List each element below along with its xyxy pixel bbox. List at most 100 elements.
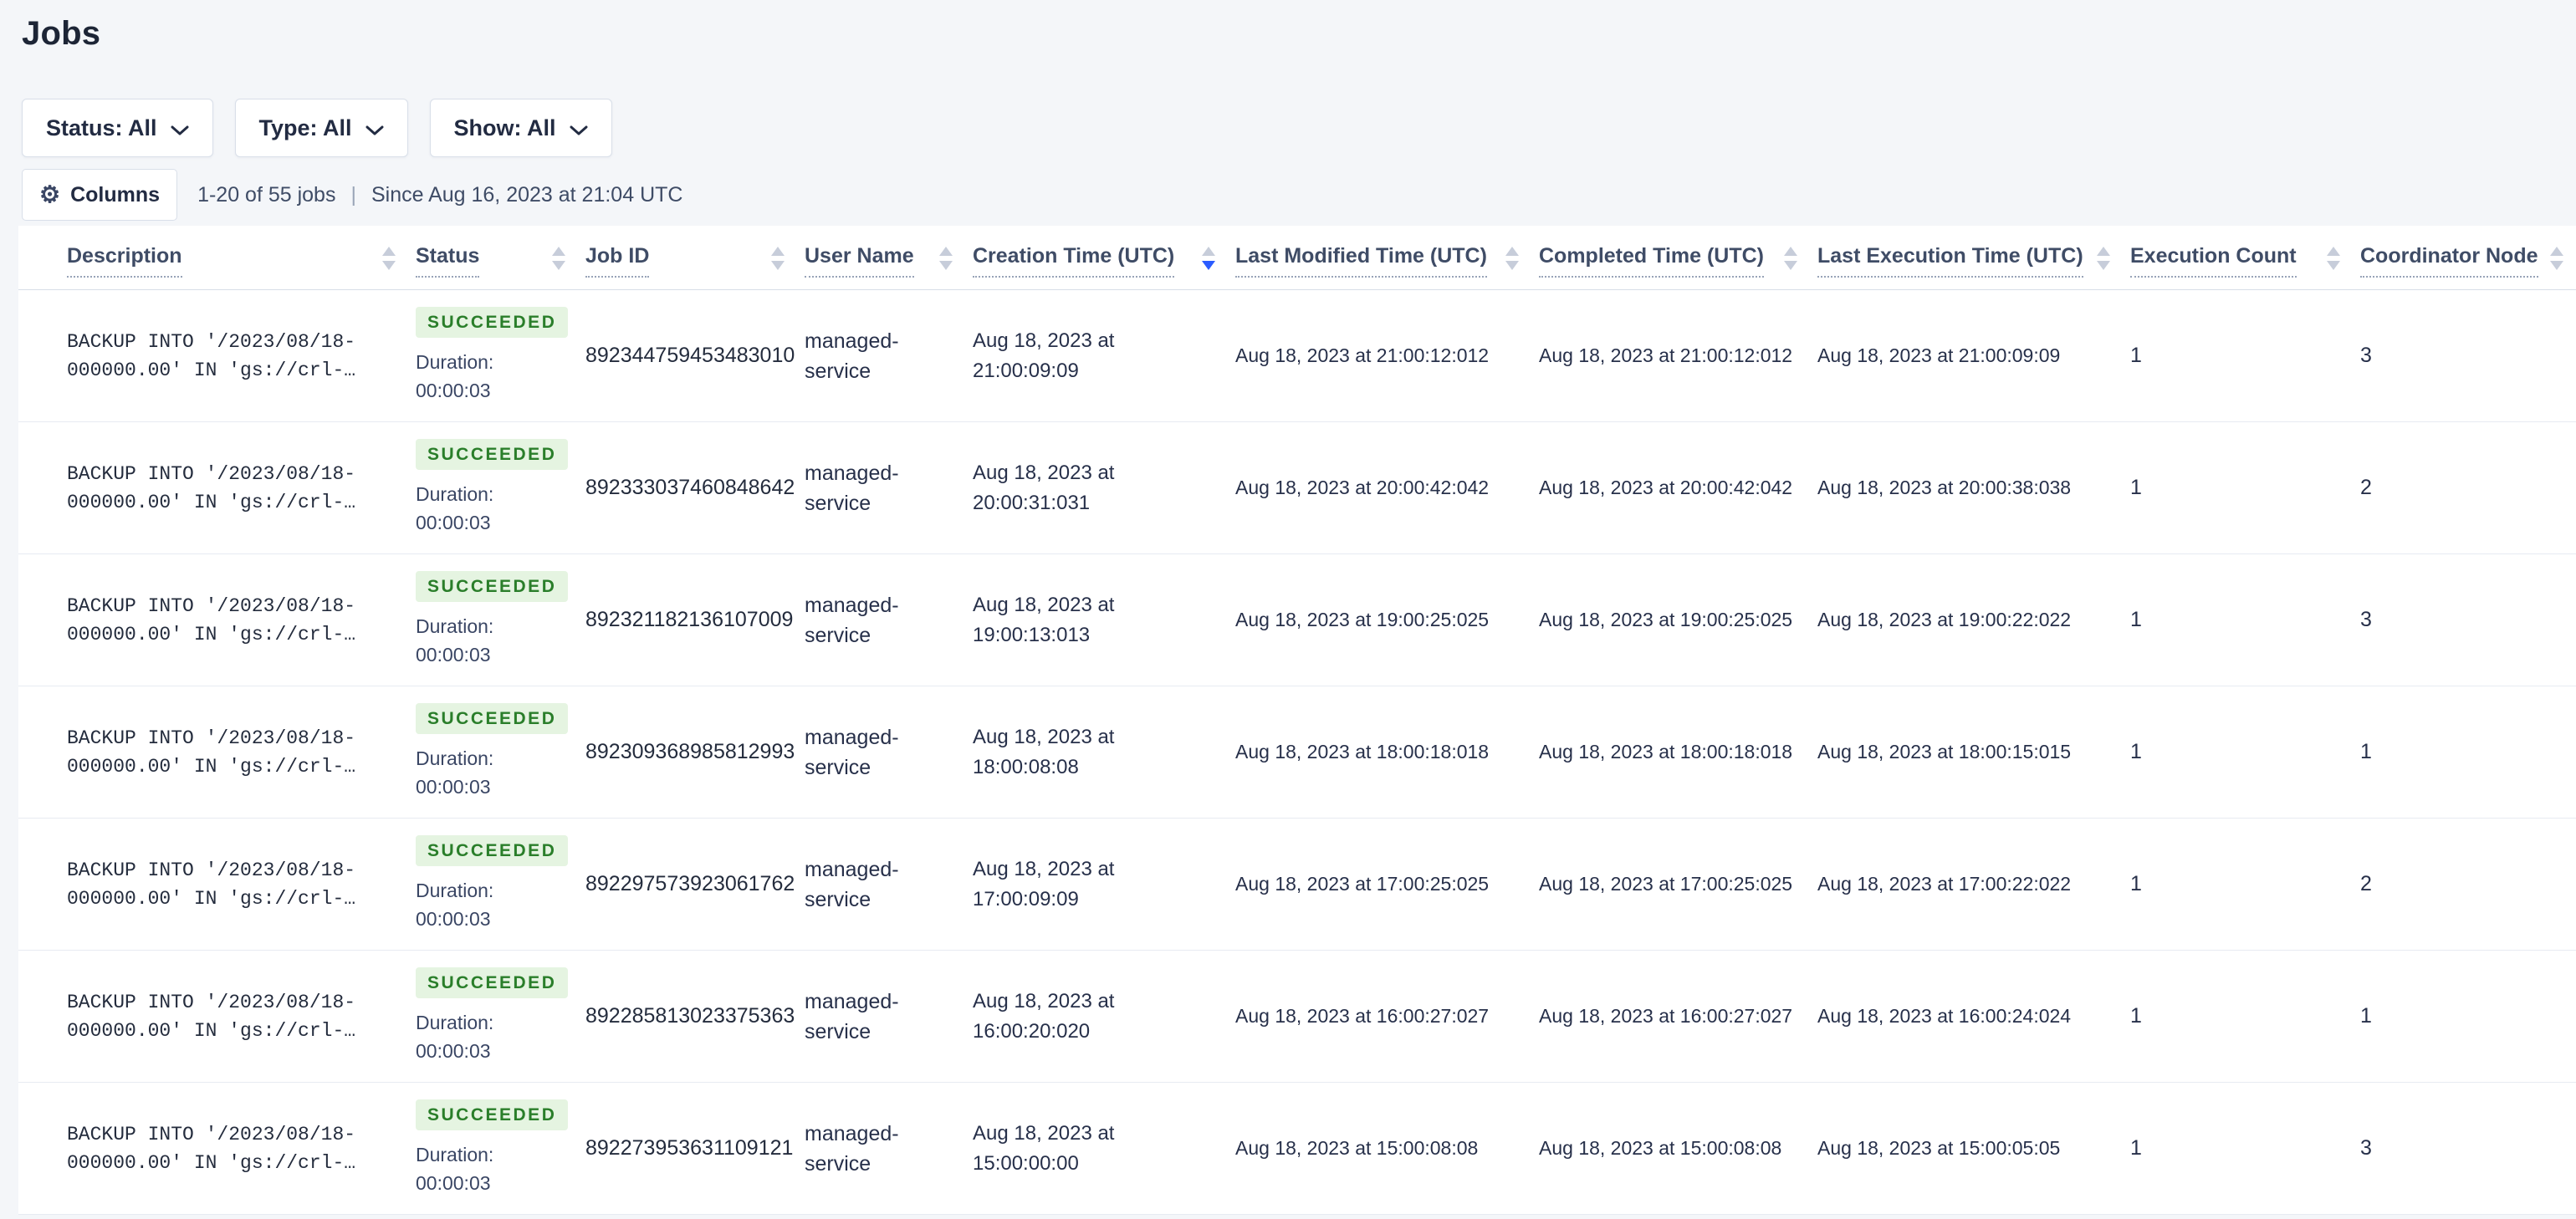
execution-count: 1	[2130, 950, 2360, 1083]
completed-time: Aug 18, 2023 at 15:00:08:08	[1539, 1082, 1817, 1215]
jobs-page: Jobs Status: All Type: All Show: All ⚙ C…	[0, 0, 2576, 1219]
creation-time: Aug 18, 2023 at 17:00:09:09	[973, 857, 1115, 910]
job-duration: Duration: 00:00:03	[416, 1144, 494, 1194]
last-modified-time: Aug 18, 2023 at 18:00:18:018	[1235, 686, 1539, 819]
job-description-link[interactable]: BACKUP INTO '/2023/08/18- 000000.00' IN …	[67, 724, 391, 781]
column-header-status[interactable]: Status	[416, 226, 585, 290]
sort-arrows-icon[interactable]	[382, 247, 396, 270]
table-toolbar: ⚙ Columns 1-20 of 55 jobs | Since Aug 16…	[22, 169, 682, 221]
status-filter-dropdown[interactable]: Status: All	[22, 99, 213, 157]
toolbar-separator: |	[350, 182, 356, 207]
creation-time: Aug 18, 2023 at 16:00:20:020	[973, 989, 1115, 1043]
job-description-link[interactable]: BACKUP INTO '/2023/08/18- 000000.00' IN …	[67, 328, 391, 385]
table-row: BACKUP INTO '/2023/08/18- 000000.00' IN …	[18, 950, 2576, 1083]
last-modified-time: Aug 18, 2023 at 17:00:25:025	[1235, 818, 1539, 951]
status-filter-label: Status: All	[46, 115, 157, 140]
last-execution-time: Aug 18, 2023 at 18:00:15:015	[1817, 686, 2130, 819]
job-description-link[interactable]: BACKUP INTO '/2023/08/18- 000000.00' IN …	[67, 988, 391, 1045]
job-id-link[interactable]: 892333037460848642	[585, 476, 795, 499]
type-filter-dropdown[interactable]: Type: All	[234, 99, 408, 157]
execution-count: 1	[2130, 818, 2360, 951]
status-badge: SUCCEEDED	[416, 703, 569, 734]
job-duration: Duration: 00:00:03	[416, 880, 494, 930]
show-filter-dropdown[interactable]: Show: All	[429, 99, 612, 157]
status-badge: SUCCEEDED	[416, 835, 569, 866]
column-header-description[interactable]: Description	[18, 226, 416, 290]
column-header-completed-time[interactable]: Completed Time (UTC)	[1539, 226, 1817, 290]
sort-arrows-icon[interactable]	[2549, 247, 2563, 270]
chevron-down-icon	[171, 116, 189, 142]
job-id-link[interactable]: 892285813023375363	[585, 1004, 795, 1028]
job-id-link[interactable]: 892344759453483010	[585, 344, 795, 367]
sort-arrows-icon[interactable]	[771, 247, 785, 270]
type-filter-label: Type: All	[258, 115, 352, 140]
completed-time: Aug 18, 2023 at 19:00:25:025	[1539, 553, 1817, 686]
show-filter-label: Show: All	[453, 115, 556, 140]
user-name: managed-service	[805, 329, 899, 383]
status-badge: SUCCEEDED	[416, 439, 569, 470]
columns-button-label: Columns	[70, 182, 161, 207]
sort-arrows-icon[interactable]	[552, 247, 565, 270]
job-id-link[interactable]: 892321182136107009	[585, 608, 793, 631]
jobs-table: Description Status Job ID User Name Crea…	[18, 226, 2576, 1215]
execution-count: 1	[2130, 421, 2360, 554]
sort-arrows-icon[interactable]	[2097, 247, 2110, 270]
creation-time: Aug 18, 2023 at 18:00:08:08	[973, 725, 1115, 778]
last-execution-time: Aug 18, 2023 at 21:00:09:09	[1817, 289, 2130, 422]
user-name: managed-service	[805, 725, 899, 779]
table-row: BACKUP INTO '/2023/08/18- 000000.00' IN …	[18, 686, 2576, 819]
chevron-down-icon	[570, 116, 588, 142]
columns-button[interactable]: ⚙ Columns	[22, 169, 178, 221]
execution-count: 1	[2130, 1082, 2360, 1215]
column-header-last-execution-time[interactable]: Last Execution Time (UTC)	[1817, 226, 2130, 290]
coordinator-node: 3	[2360, 289, 2576, 422]
column-header-coordinator-node[interactable]: Coordinator Node	[2360, 226, 2576, 290]
job-duration: Duration: 00:00:03	[416, 1012, 494, 1062]
column-header-user-name[interactable]: User Name	[805, 226, 973, 290]
status-badge: SUCCEEDED	[416, 1099, 569, 1130]
creation-time: Aug 18, 2023 at 21:00:09:09	[973, 329, 1115, 382]
job-duration: Duration: 00:00:03	[416, 351, 494, 401]
column-header-execution-count[interactable]: Execution Count	[2130, 226, 2360, 290]
job-duration: Duration: 00:00:03	[416, 615, 494, 666]
gear-icon: ⚙	[39, 181, 61, 207]
last-execution-time: Aug 18, 2023 at 16:00:24:024	[1817, 950, 2130, 1083]
user-name: managed-service	[805, 593, 899, 647]
status-badge: SUCCEEDED	[416, 967, 569, 998]
coordinator-node: 1	[2360, 686, 2576, 819]
job-description-link[interactable]: BACKUP INTO '/2023/08/18- 000000.00' IN …	[67, 856, 391, 913]
creation-time: Aug 18, 2023 at 20:00:31:031	[973, 461, 1115, 514]
table-row: BACKUP INTO '/2023/08/18- 000000.00' IN …	[18, 553, 2576, 686]
status-badge: SUCCEEDED	[416, 571, 569, 602]
execution-count: 1	[2130, 289, 2360, 422]
column-header-job-id[interactable]: Job ID	[585, 226, 805, 290]
job-duration: Duration: 00:00:03	[416, 483, 494, 533]
table-row: BACKUP INTO '/2023/08/18- 000000.00' IN …	[18, 1082, 2576, 1215]
table-row: BACKUP INTO '/2023/08/18- 000000.00' IN …	[18, 421, 2576, 554]
table-header-row: Description Status Job ID User Name Crea…	[18, 226, 2576, 290]
column-header-creation-time[interactable]: Creation Time (UTC)	[973, 226, 1235, 290]
job-id-link[interactable]: 892273953631109121	[585, 1136, 793, 1160]
job-description-link[interactable]: BACKUP INTO '/2023/08/18- 000000.00' IN …	[67, 460, 391, 517]
coordinator-node: 2	[2360, 421, 2576, 554]
job-id-link[interactable]: 892309368985812993	[585, 740, 795, 763]
coordinator-node: 1	[2360, 950, 2576, 1083]
job-id-link[interactable]: 892297573923061762	[585, 872, 795, 895]
job-description-link[interactable]: BACKUP INTO '/2023/08/18- 000000.00' IN …	[67, 592, 391, 649]
completed-time: Aug 18, 2023 at 20:00:42:042	[1539, 421, 1817, 554]
column-header-last-modified-time[interactable]: Last Modified Time (UTC)	[1235, 226, 1539, 290]
sort-arrows-icon[interactable]	[1202, 247, 1215, 270]
jobs-table-card: Description Status Job ID User Name Crea…	[18, 226, 2576, 1215]
job-description-link[interactable]: BACKUP INTO '/2023/08/18- 000000.00' IN …	[67, 1120, 391, 1177]
sort-arrows-icon[interactable]	[2327, 247, 2340, 270]
sort-arrows-icon[interactable]	[1784, 247, 1797, 270]
user-name: managed-service	[805, 857, 899, 911]
last-modified-time: Aug 18, 2023 at 21:00:12:012	[1235, 289, 1539, 422]
sort-arrows-icon[interactable]	[1505, 247, 1519, 270]
last-execution-time: Aug 18, 2023 at 19:00:22:022	[1817, 553, 2130, 686]
completed-time: Aug 18, 2023 at 17:00:25:025	[1539, 818, 1817, 951]
table-row: BACKUP INTO '/2023/08/18- 000000.00' IN …	[18, 289, 2576, 422]
sort-arrows-icon[interactable]	[939, 247, 953, 270]
last-execution-time: Aug 18, 2023 at 15:00:05:05	[1817, 1082, 2130, 1215]
chevron-down-icon	[365, 116, 384, 142]
